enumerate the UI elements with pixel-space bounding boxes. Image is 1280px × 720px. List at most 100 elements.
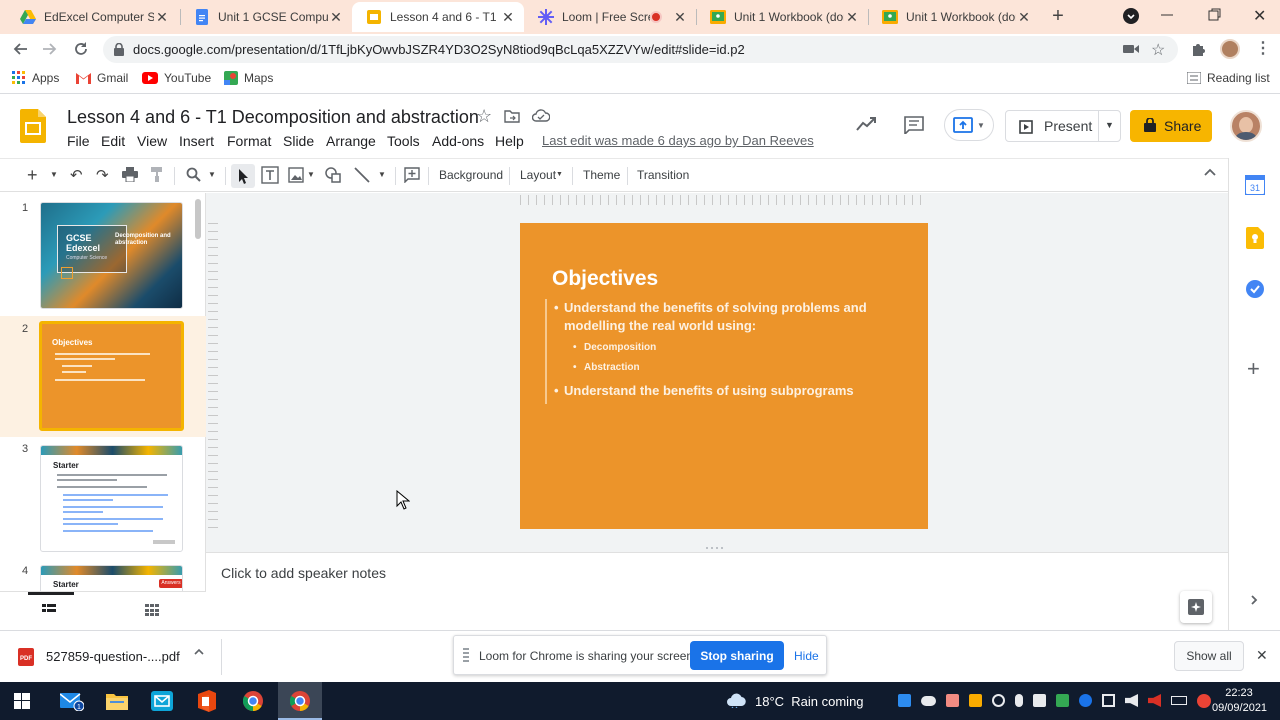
comments-icon[interactable] (904, 116, 924, 134)
close-tab-icon[interactable]: ✕ (328, 9, 344, 26)
close-download-bar-icon[interactable]: ✕ (1256, 647, 1268, 664)
hide-button[interactable]: Hide (794, 649, 819, 663)
zoom-icon[interactable] (186, 167, 201, 182)
chrome-icon[interactable] (243, 691, 263, 711)
image-chevron-icon[interactable]: ▼ (307, 170, 315, 179)
close-tab-icon[interactable]: ✕ (844, 9, 860, 26)
new-slide-plus-icon[interactable]: + (27, 165, 38, 186)
share-button[interactable]: Share (1130, 110, 1212, 142)
document-title[interactable]: Lesson 4 and 6 - T1 Decomposition and ab… (67, 107, 479, 128)
close-tab-icon[interactable]: ✕ (672, 9, 688, 26)
tray-app-icon[interactable] (946, 694, 959, 707)
select-cursor-icon[interactable] (231, 164, 255, 188)
close-window-icon[interactable]: ✕ (1253, 6, 1269, 25)
download-options-chevron-icon[interactable] (193, 647, 205, 657)
slide-sub-bullet-2[interactable]: • Abstraction (573, 362, 640, 373)
slide-thumbnail-2-selected[interactable]: Objectives (39, 321, 184, 431)
onedrive-cloud-icon[interactable] (921, 696, 936, 706)
slide-sub-bullet-1[interactable]: • Decomposition (573, 342, 656, 353)
bluetooth-icon[interactable] (1079, 694, 1092, 707)
download-file-name[interactable]: 527859-question-....pdf (46, 649, 180, 664)
security-shield-icon[interactable] (1056, 694, 1069, 707)
cloud-status-icon[interactable] (532, 109, 550, 123)
weather-cloud-icon[interactable] (726, 692, 746, 708)
menu-view[interactable]: View (137, 133, 167, 149)
browser-tab-6[interactable]: Unit 1 Workbook (don ✕ (868, 2, 1040, 32)
print-icon[interactable] (122, 167, 138, 182)
reload-icon[interactable] (70, 38, 92, 60)
browser-tab-5[interactable]: Unit 1 Workbook (don ✕ (696, 2, 868, 32)
line-icon[interactable] (354, 167, 370, 183)
browser-tab-1[interactable]: EdExcel Computer Sci ✕ (6, 2, 178, 32)
browser-tab-4[interactable]: Loom | Free Screen ✕ (524, 2, 696, 32)
slides-logo-icon[interactable] (20, 109, 46, 143)
slide-bullet-1[interactable]: • Understand the benefits of solving pro… (554, 299, 904, 335)
slide-thumbnail-1[interactable]: GCSE Edexcel Computer Science Decomposit… (40, 202, 183, 309)
transition-button[interactable]: Transition (637, 168, 689, 182)
new-slide-chevron-icon[interactable]: ▼ (50, 170, 58, 179)
show-all-button[interactable]: Show all (1174, 641, 1244, 671)
grid-view-icon[interactable] (145, 604, 159, 616)
file-explorer-icon[interactable] (106, 692, 128, 710)
get-add-ons-plus-icon[interactable]: + (1247, 358, 1260, 380)
meet-present-button[interactable]: ▼ (944, 109, 994, 141)
close-tab-icon[interactable]: ✕ (154, 9, 170, 26)
bookmark-gmail[interactable]: Gmail (76, 71, 128, 85)
filmstrip-scrollbar[interactable] (195, 199, 201, 239)
last-edit-link[interactable]: Last edit was made 6 days ago by Dan Ree… (542, 133, 814, 148)
tasks-icon[interactable] (1245, 279, 1265, 299)
slide-thumbnail-3[interactable]: Starter (40, 445, 183, 552)
tab-search-icon[interactable] (1123, 8, 1139, 24)
layout-chevron-icon[interactable]: ▼ (556, 171, 563, 178)
weather-text[interactable]: 18°C Rain coming (755, 694, 864, 709)
theme-button[interactable]: Theme (583, 168, 620, 182)
account-avatar[interactable] (1230, 110, 1262, 142)
drag-handle-icon[interactable] (463, 648, 469, 662)
line-chevron-icon[interactable]: ▼ (378, 170, 386, 179)
paint-format-icon[interactable] (150, 167, 164, 182)
back-arrow-icon[interactable] (10, 38, 32, 60)
redo-icon[interactable]: ↷ (96, 166, 109, 184)
background-button[interactable]: Background (439, 168, 503, 182)
browser-menu-icon[interactable]: ⋮ (1255, 38, 1271, 58)
new-tab-plus-icon[interactable]: + (1048, 6, 1068, 26)
present-button[interactable]: Present ▼ (1005, 110, 1121, 142)
minimize-window-icon[interactable] (1160, 8, 1174, 22)
browser-tab-2[interactable]: Unit 1 GCSE Compute ✕ (180, 2, 352, 32)
text-box-icon[interactable] (261, 166, 279, 184)
close-tab-icon[interactable]: ✕ (1016, 9, 1032, 26)
tray-app-icon[interactable] (898, 694, 911, 707)
menu-edit[interactable]: Edit (101, 133, 125, 149)
slide-canvas[interactable]: Objectives • Understand the benefits of … (206, 193, 1228, 545)
filmstrip-view-icon[interactable] (42, 604, 56, 616)
slide-title[interactable]: Objectives (552, 267, 658, 291)
present-options-chevron-icon[interactable]: ▼ (1105, 120, 1114, 130)
shape-icon[interactable] (325, 167, 343, 183)
menu-tools[interactable]: Tools (387, 133, 420, 149)
calendar-icon[interactable]: 31 (1245, 175, 1265, 195)
microphone-icon[interactable] (1015, 694, 1023, 707)
bookmark-star-icon[interactable]: ☆ (1151, 40, 1165, 60)
address-bar[interactable]: docs.google.com/presentation/d/1TfLjbKyO… (103, 36, 1178, 63)
close-tab-icon[interactable]: ✕ (500, 9, 516, 26)
browser-tab-3-active[interactable]: Lesson 4 and 6 - T1 De ✕ (352, 2, 524, 32)
show-side-panel-chevron-icon[interactable] (1249, 594, 1259, 606)
image-icon[interactable] (288, 167, 304, 183)
menu-file[interactable]: File (67, 133, 90, 149)
windows-start-icon[interactable] (14, 693, 30, 709)
explore-button[interactable] (1180, 591, 1212, 623)
zoom-chevron-icon[interactable]: ▼ (208, 170, 216, 179)
bookmark-maps[interactable]: Maps (224, 71, 273, 85)
network-icon[interactable] (1102, 694, 1115, 707)
slide-bullet-2[interactable]: • Understand the benefits of using subpr… (554, 382, 904, 400)
tray-status-icon[interactable] (992, 694, 1005, 707)
menu-format[interactable]: Format (227, 133, 271, 149)
active-chrome-taskbar-button[interactable] (278, 682, 322, 720)
undo-icon[interactable]: ↶ (70, 166, 83, 184)
tray-app-icon[interactable] (969, 694, 982, 707)
clock[interactable]: 22:23 09/09/2021 (1212, 686, 1267, 716)
current-slide[interactable]: Objectives • Understand the benefits of … (520, 223, 928, 529)
move-folder-icon[interactable] (504, 109, 520, 123)
menu-add-ons[interactable]: Add-ons (432, 133, 484, 149)
extensions-puzzle-icon[interactable] (1191, 41, 1207, 57)
